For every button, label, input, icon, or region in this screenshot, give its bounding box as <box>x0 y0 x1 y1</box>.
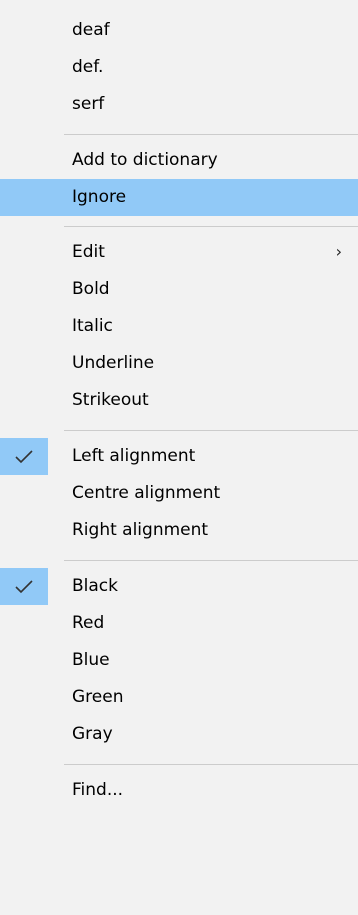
green-label: Green <box>72 687 124 707</box>
right-alignment-label: Right alignment <box>72 520 209 540</box>
italic-label: Italic <box>72 316 113 336</box>
edit-item[interactable]: Edit › <box>0 234 358 271</box>
menu-separator <box>64 134 358 135</box>
menu-separator <box>64 430 358 431</box>
add-to-dictionary-item[interactable]: Add to dictionary <box>0 142 358 179</box>
suggestion-label: serf <box>72 94 105 114</box>
bold-label: Bold <box>72 279 110 299</box>
centre-alignment-label: Centre alignment <box>72 483 221 503</box>
find-item[interactable]: Find... <box>0 772 358 809</box>
left-alignment-item[interactable]: Left alignment <box>0 438 358 475</box>
blue-item[interactable]: Blue <box>0 642 358 679</box>
underline-item[interactable]: Underline <box>0 345 358 382</box>
ignore-label: Ignore <box>72 187 127 207</box>
suggestion-item-serf[interactable]: serf <box>0 86 358 123</box>
gray-item[interactable]: Gray <box>0 716 358 753</box>
bold-item[interactable]: Bold <box>0 271 358 308</box>
checkmark-icon <box>0 438 48 475</box>
red-item[interactable]: Red <box>0 605 358 642</box>
ignore-item[interactable]: Ignore <box>0 179 358 216</box>
black-item[interactable]: Black <box>0 568 358 605</box>
find-label: Find... <box>72 780 124 800</box>
add-to-dictionary-label: Add to dictionary <box>72 150 218 170</box>
centre-alignment-item[interactable]: Centre alignment <box>0 475 358 512</box>
right-alignment-item[interactable]: Right alignment <box>0 512 358 549</box>
suggestion-item-deaf[interactable]: deaf <box>0 12 358 49</box>
menu-separator <box>64 764 358 765</box>
left-alignment-label: Left alignment <box>72 446 196 466</box>
black-label: Black <box>72 576 118 596</box>
gray-label: Gray <box>72 724 113 744</box>
edit-label: Edit <box>72 242 105 262</box>
suggestion-label: def. <box>72 57 104 77</box>
underline-label: Underline <box>72 353 155 373</box>
suggestion-item-def[interactable]: def. <box>0 49 358 86</box>
menu-separator <box>64 226 358 227</box>
chevron-right-icon: › <box>335 242 342 261</box>
strikeout-label: Strikeout <box>72 390 149 410</box>
strikeout-item[interactable]: Strikeout <box>0 382 358 419</box>
context-menu: deaf def. serf Add to dictionary Ignore … <box>0 0 358 915</box>
red-label: Red <box>72 613 105 633</box>
menu-separator <box>64 560 358 561</box>
green-item[interactable]: Green <box>0 679 358 716</box>
italic-item[interactable]: Italic <box>0 308 358 345</box>
suggestion-label: deaf <box>72 20 110 40</box>
blue-label: Blue <box>72 650 110 670</box>
checkmark-icon <box>0 568 48 605</box>
